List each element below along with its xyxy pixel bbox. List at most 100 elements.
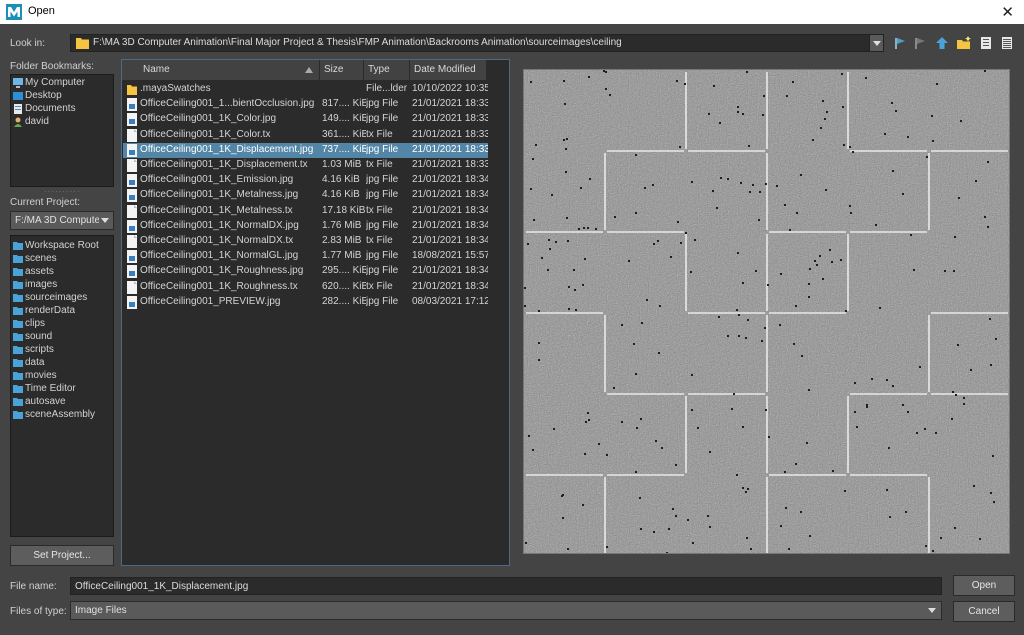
column-header-name[interactable]: Name xyxy=(122,60,320,80)
texture-speck xyxy=(892,170,894,172)
file-icon xyxy=(127,280,137,294)
image-file-icon xyxy=(127,219,137,233)
texture-speck xyxy=(578,228,580,230)
texture-speck xyxy=(653,531,655,533)
file-row[interactable]: OfficeCeiling001_1K_Roughness.jpg 295....… xyxy=(123,264,488,279)
project-folder-item[interactable]: sourceimages xyxy=(11,292,113,305)
project-folder-item[interactable]: images xyxy=(11,279,113,292)
texture-speck xyxy=(780,273,782,275)
file-name-cell: OfficeCeiling001_1K_NormalDX.tx xyxy=(140,235,294,246)
bookmark-desktop[interactable]: Desktop xyxy=(11,90,113,103)
back-icon[interactable] xyxy=(892,35,908,51)
texture-speck xyxy=(690,271,692,273)
texture-speck xyxy=(563,139,565,141)
texture-speck xyxy=(548,239,550,241)
file-type-cell: jpg File xyxy=(366,98,399,110)
project-folder-item[interactable]: renderData xyxy=(11,305,113,318)
texture-speck xyxy=(795,305,797,307)
list-view-icon[interactable] xyxy=(978,35,994,51)
file-row[interactable]: OfficeCeiling001_1K_Color.tx 361.... KiB t… xyxy=(123,128,488,143)
file-date-cell: 21/01/2021 18:33 xyxy=(412,159,488,170)
file-row[interactable]: OfficeCeiling001_1K_Metalness.jpg 4.16 Ki… xyxy=(123,188,488,203)
texture-speck xyxy=(762,114,764,116)
texture-speck xyxy=(582,504,584,506)
filetype-select[interactable]: Image Files xyxy=(70,601,942,620)
set-project-button[interactable]: Set Project... xyxy=(10,545,114,566)
column-header-date[interactable]: Date Modified xyxy=(410,60,487,80)
file-name-cell: OfficeCeiling001_1K_Color.jpg xyxy=(140,113,277,125)
project-combo[interactable]: F:/MA 3D Compute xyxy=(10,211,114,230)
forward-icon[interactable] xyxy=(912,35,928,51)
project-folder-item[interactable]: sceneAssembly xyxy=(11,409,113,422)
texture-speck xyxy=(829,249,831,251)
texture-speck xyxy=(668,528,670,530)
lookin-combo[interactable]: F:\MA 3D Computer Animation\Final Major … xyxy=(70,34,884,52)
texture-speck xyxy=(825,189,827,191)
detail-view-icon[interactable] xyxy=(999,35,1015,51)
texture-speck xyxy=(932,140,934,142)
file-row[interactable]: OfficeCeiling001_1K_NormalDX.tx 2.83 MiB t… xyxy=(123,234,488,249)
open-button[interactable]: Open xyxy=(953,575,1015,596)
column-header-size[interactable]: Size xyxy=(320,60,364,80)
tile-seam xyxy=(928,315,930,392)
file-row[interactable]: OfficeCeiling001_1K_NormalDX.jpg 1.76 MiB… xyxy=(123,219,488,234)
file-row[interactable]: OfficeCeiling001_1K_Roughness.tx 620.... … xyxy=(123,280,488,295)
file-row[interactable]: OfficeCeiling001_1K_NormalGL.jpg 1.77 MiB… xyxy=(123,249,488,264)
new-folder-icon[interactable] xyxy=(956,35,972,51)
texture-speck xyxy=(567,548,569,550)
texture-speck xyxy=(755,270,757,272)
project-folder-item[interactable]: autosave xyxy=(11,396,113,409)
texture-speck xyxy=(871,378,873,380)
texture-speck xyxy=(640,528,642,530)
project-folder-item[interactable]: clips xyxy=(11,318,113,331)
tile-seam xyxy=(607,393,684,395)
project-folder-item[interactable]: Workspace Root xyxy=(11,240,113,253)
texture-speck xyxy=(661,447,663,449)
folder-icon xyxy=(13,320,23,328)
texture-speck xyxy=(886,489,888,491)
texture-speck xyxy=(567,240,569,242)
file-row[interactable]: OfficeCeiling001_PREVIEW.jpg 282.... KiB j… xyxy=(123,295,488,310)
bookmark-my-computer[interactable]: My Computer xyxy=(11,77,113,90)
texture-speck xyxy=(879,307,881,309)
filename-input[interactable]: OfficeCeiling001_1K_Displacement.jpg xyxy=(70,577,942,595)
file-row[interactable]: OfficeCeiling001_1...bientOcclusion.jpg 8… xyxy=(123,97,488,112)
texture-speck xyxy=(752,184,754,186)
file-row[interactable]: OfficeCeiling001_1K_Emission.jpg 4.16 KiB… xyxy=(123,173,488,188)
up-folder-icon[interactable] xyxy=(934,35,950,51)
image-file-icon xyxy=(127,143,137,157)
texture-speck xyxy=(843,144,845,146)
bookmark-documents[interactable]: Documents xyxy=(11,103,113,116)
file-size-cell: 817.... KiB xyxy=(322,98,366,110)
file-row[interactable]: OfficeCeiling001_1K_Color.jpg 149.... KiB… xyxy=(123,112,488,127)
texture-speck xyxy=(742,487,744,489)
close-icon[interactable]: ✕ xyxy=(1001,3,1014,21)
texture-speck xyxy=(697,427,699,429)
texture-speck xyxy=(588,419,590,421)
project-folder-item[interactable]: assets xyxy=(11,266,113,279)
file-row[interactable]: OfficeCeiling001_1K_Displacement.tx 1.03 … xyxy=(123,158,488,173)
splitter-handle[interactable]: ·········· xyxy=(44,187,81,196)
texture-speck xyxy=(824,118,826,120)
project-folder-item[interactable]: Time Editor xyxy=(11,383,113,396)
column-header-type[interactable]: Type xyxy=(364,60,410,80)
bookmark-david[interactable]: david xyxy=(11,116,113,129)
texture-speck xyxy=(786,95,788,97)
lookin-dropdown-arrow[interactable] xyxy=(869,35,883,51)
file-row[interactable]: OfficeCeiling001_1K_Metalness.tx 17.18 Ki… xyxy=(123,204,488,219)
project-folder-item[interactable]: movies xyxy=(11,370,113,383)
file-row[interactable]: .mayaSwatches File...lder 10/10/2022 10:35 xyxy=(123,82,488,97)
tile-seam xyxy=(931,393,1008,395)
project-folder-item[interactable]: scripts xyxy=(11,344,113,357)
project-folder-item[interactable]: data xyxy=(11,357,113,370)
texture-speck xyxy=(926,156,928,158)
image-file-icon xyxy=(127,98,137,112)
cancel-button[interactable]: Cancel xyxy=(953,601,1015,622)
file-type-cell: File...lder xyxy=(366,83,408,94)
file-type-cell: jpg File xyxy=(366,295,399,307)
texture-speck xyxy=(916,432,918,434)
texture-speck xyxy=(822,278,824,280)
file-row[interactable]: OfficeCeiling001_1K_Displacement.jpg 737.… xyxy=(123,142,488,158)
project-folder-item[interactable]: scenes xyxy=(11,253,113,266)
project-folder-item[interactable]: sound xyxy=(11,331,113,344)
